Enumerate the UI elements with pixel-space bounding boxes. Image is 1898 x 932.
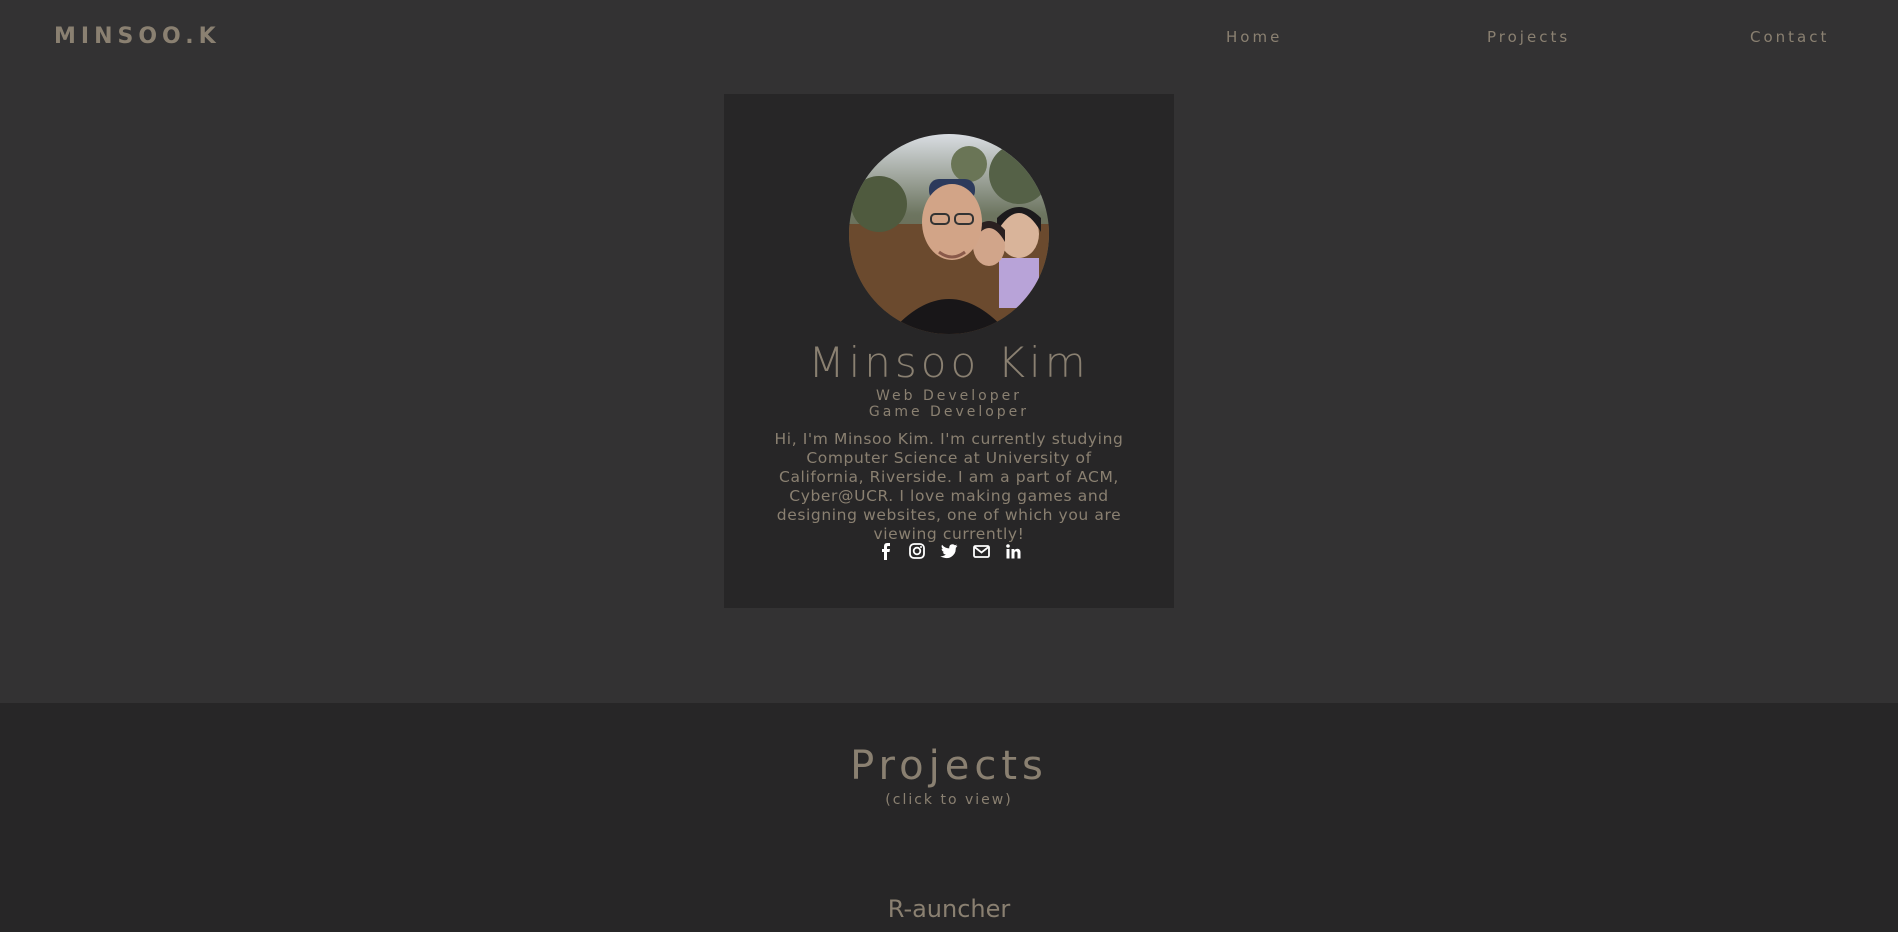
nav-link-home[interactable]: Home xyxy=(1226,28,1282,46)
site-logo[interactable]: MINSOO.K xyxy=(54,24,221,49)
social-links xyxy=(724,542,1174,564)
nav-link-contact[interactable]: Contact xyxy=(1750,28,1829,46)
role-web-developer: Web Developer xyxy=(876,388,1022,404)
project-item-r-auncher[interactable]: R-auncher xyxy=(0,895,1898,923)
projects-title: Projects xyxy=(850,743,1048,789)
navbar: MINSOO.K Home Projects Contact xyxy=(0,0,1898,74)
linkedin-icon[interactable] xyxy=(1004,542,1022,560)
facebook-icon[interactable] xyxy=(876,542,894,560)
instagram-icon[interactable] xyxy=(908,542,926,560)
projects-subtitle: (click to view) xyxy=(885,792,1013,808)
profile-name: Minsoo Kim xyxy=(808,338,1090,387)
role-game-developer: Game Developer xyxy=(868,404,1030,420)
twitter-icon[interactable] xyxy=(940,542,958,560)
email-icon[interactable] xyxy=(972,542,990,560)
profile-avatar xyxy=(849,134,1049,334)
profile-bio: Hi, I'm Minsoo Kim. I'm currently studyi… xyxy=(774,430,1124,543)
projects-section: Projects (click to view) R-auncher xyxy=(0,703,1898,932)
profile-card: Minsoo Kim Web Developer Game Developer … xyxy=(724,94,1174,608)
nav-link-projects[interactable]: Projects xyxy=(1487,28,1570,46)
